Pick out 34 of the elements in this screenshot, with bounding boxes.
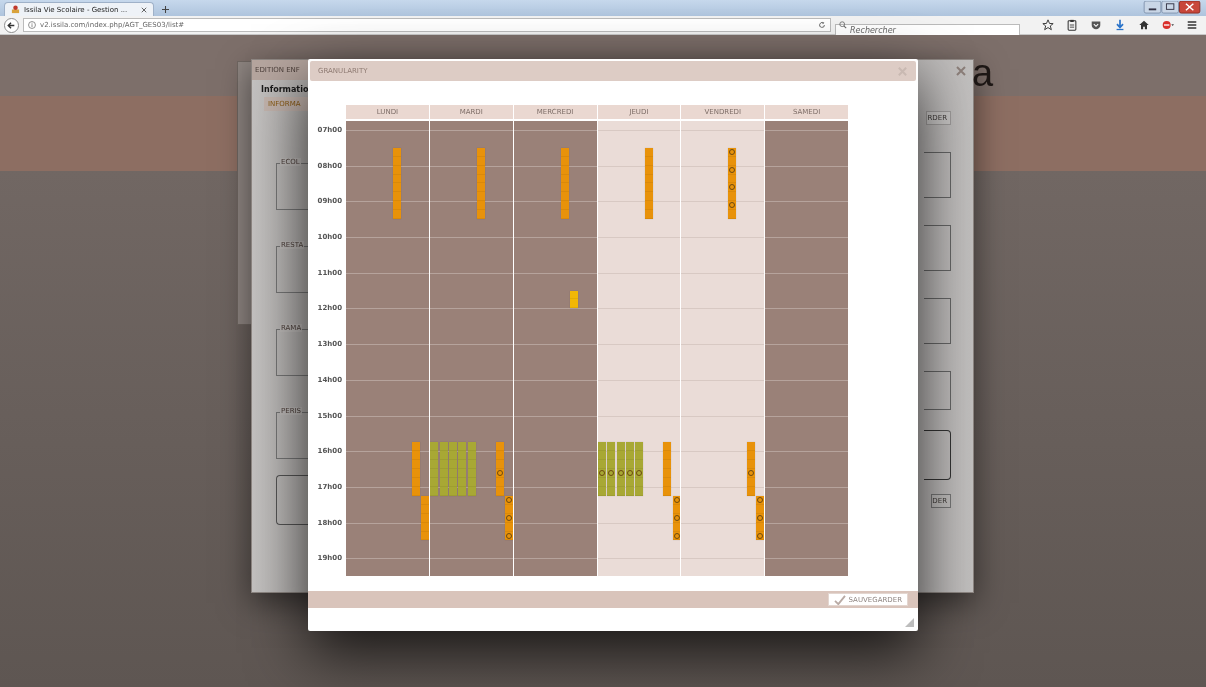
- time-slot-block[interactable]: [728, 147, 737, 220]
- fieldset-frame: [924, 152, 951, 198]
- check-icon: [833, 594, 846, 605]
- download-icon[interactable]: [1114, 19, 1126, 31]
- favicon-icon: [11, 5, 20, 14]
- fieldset-frame: [924, 298, 951, 344]
- day-column[interactable]: [429, 121, 514, 576]
- time-slot-block[interactable]: [635, 442, 644, 496]
- shield-icon[interactable]: [1090, 19, 1102, 31]
- info-icon[interactable]: [28, 21, 36, 29]
- fieldset-frame: [924, 225, 951, 271]
- time-slot-block[interactable]: [672, 495, 681, 541]
- stop-sign-icon[interactable]: [1162, 19, 1174, 31]
- menu-icon[interactable]: [1186, 19, 1198, 31]
- home-icon[interactable]: [1138, 19, 1150, 31]
- logo-text: a: [972, 53, 994, 93]
- clipboard-icon[interactable]: [1066, 19, 1078, 31]
- close-icon[interactable]: [141, 6, 147, 13]
- time-slot-block[interactable]: [504, 495, 513, 541]
- resize-grip-icon[interactable]: [905, 618, 914, 627]
- plus-icon[interactable]: [162, 6, 169, 13]
- time-slot-block[interactable]: [747, 442, 756, 496]
- panel-frame: [924, 430, 951, 480]
- time-slot-block[interactable]: [756, 495, 765, 541]
- section-heading: Informatio: [260, 84, 309, 94]
- search-icon: [839, 21, 847, 29]
- back-icon[interactable]: [4, 17, 19, 33]
- time-slot-block[interactable]: [607, 442, 616, 496]
- window-controls-icon[interactable]: [1142, 1, 1202, 14]
- star-icon[interactable]: [1042, 19, 1054, 31]
- time-slot-block[interactable]: [616, 442, 625, 496]
- close-icon[interactable]: [955, 65, 967, 77]
- reload-icon[interactable]: [818, 21, 826, 29]
- fieldset-frame: [924, 371, 951, 410]
